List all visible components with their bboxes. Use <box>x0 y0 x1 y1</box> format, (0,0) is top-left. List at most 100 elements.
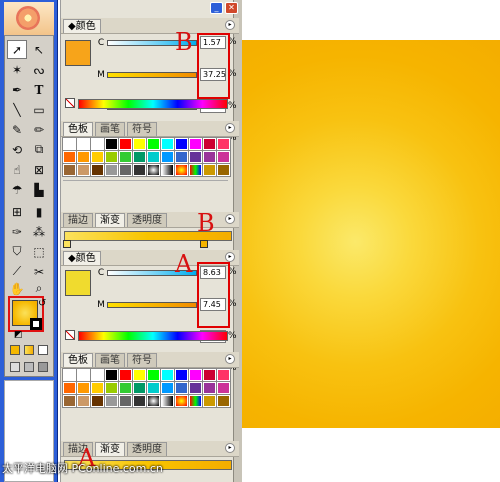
none-mode-button[interactable] <box>38 345 48 355</box>
tab-symbols-bottom[interactable]: 符号 <box>127 352 157 367</box>
tab-transparency-top[interactable]: 透明度 <box>127 212 167 227</box>
selection-tool-icon[interactable]: ➚ <box>7 40 27 59</box>
swatch[interactable] <box>160 368 175 382</box>
symbol-sprayer-tool-icon[interactable]: ☂ <box>7 180 27 199</box>
swatch[interactable] <box>90 381 105 395</box>
swatch[interactable] <box>62 394 77 408</box>
swatch[interactable] <box>188 381 203 395</box>
color-spectrum-bottom[interactable] <box>78 331 228 341</box>
swatch[interactable] <box>104 381 119 395</box>
swatch[interactable] <box>202 394 217 408</box>
swatch[interactable] <box>146 163 161 177</box>
blend-tool-icon[interactable]: ⁂ <box>29 222 49 241</box>
swatch[interactable] <box>118 368 133 382</box>
direct-selection-tool-icon[interactable]: ↖ <box>29 40 49 59</box>
m-slider-track[interactable] <box>107 72 197 78</box>
magic-wand-tool-icon[interactable]: ✶ <box>7 60 27 79</box>
close-icon[interactable]: ✕ <box>225 2 238 14</box>
swatch[interactable] <box>188 163 203 177</box>
tab-brushes-bottom[interactable]: 画笔 <box>95 352 125 367</box>
none-color-icon[interactable] <box>65 98 75 108</box>
tab-symbols-top[interactable]: 符号 <box>127 121 157 136</box>
swatch[interactable] <box>62 368 77 382</box>
color-spectrum-top[interactable] <box>78 99 228 109</box>
swatch[interactable] <box>202 163 217 177</box>
swatch[interactable] <box>160 381 175 395</box>
tab-stroke-top[interactable]: 描边 <box>63 212 93 227</box>
gradient-tool-icon[interactable]: ▮ <box>29 202 49 221</box>
swatch[interactable] <box>174 150 189 164</box>
tab-swatches-top[interactable]: 色板 <box>63 121 93 136</box>
swatch[interactable] <box>62 163 77 177</box>
tab-gradient-top[interactable]: 渐变 <box>95 212 125 227</box>
swatch[interactable] <box>146 381 161 395</box>
graph-tool-icon[interactable]: ▙ <box>29 180 49 199</box>
swatch[interactable] <box>174 163 189 177</box>
scale-tool-icon[interactable]: ⧉ <box>29 140 49 159</box>
swatch[interactable] <box>118 381 133 395</box>
swatch[interactable] <box>174 137 189 151</box>
swatch[interactable] <box>104 394 119 408</box>
panel-menu-icon[interactable]: ▸ <box>225 214 235 224</box>
swatch[interactable] <box>118 150 133 164</box>
swatch[interactable] <box>104 163 119 177</box>
swatch[interactable] <box>132 381 147 395</box>
swatch[interactable] <box>76 163 91 177</box>
swatch[interactable] <box>216 150 231 164</box>
swatch[interactable] <box>104 368 119 382</box>
swatch[interactable] <box>118 137 133 151</box>
swatch[interactable] <box>62 137 77 151</box>
swatch[interactable] <box>188 150 203 164</box>
swatch[interactable] <box>216 163 231 177</box>
rectangle-tool-icon[interactable]: ▭ <box>29 100 49 119</box>
swatch[interactable] <box>90 137 105 151</box>
stroke-color-swatch[interactable] <box>30 318 42 330</box>
artboard-gradient-rectangle[interactable] <box>242 40 500 428</box>
swatch[interactable] <box>216 137 231 151</box>
swatch[interactable] <box>216 394 231 408</box>
swatch[interactable] <box>132 368 147 382</box>
swatch[interactable] <box>174 394 189 408</box>
swatch[interactable] <box>216 368 231 382</box>
swatch[interactable] <box>104 137 119 151</box>
swatch[interactable] <box>160 163 175 177</box>
swatch[interactable] <box>90 150 105 164</box>
swatch[interactable] <box>160 137 175 151</box>
default-fill-stroke-icon[interactable]: ◩ <box>14 330 23 340</box>
swatch[interactable] <box>216 381 231 395</box>
minimize-icon[interactable]: _ <box>210 2 223 14</box>
swatch[interactable] <box>104 150 119 164</box>
paintbrush-tool-icon[interactable]: ✎ <box>7 120 27 139</box>
swatch[interactable] <box>202 150 217 164</box>
swatch[interactable] <box>146 368 161 382</box>
live-paint-selection-tool-icon[interactable]: ⬚ <box>29 242 49 261</box>
swatch[interactable] <box>146 394 161 408</box>
tab-gradient-bottom[interactable]: 渐变 <box>95 441 125 456</box>
swatch[interactable] <box>174 368 189 382</box>
none-color-icon[interactable] <box>65 330 75 340</box>
swatch[interactable] <box>62 150 77 164</box>
swatch[interactable] <box>76 368 91 382</box>
type-tool-icon[interactable]: T <box>29 80 49 99</box>
swatch[interactable] <box>160 394 175 408</box>
swatch[interactable] <box>174 381 189 395</box>
swatch[interactable] <box>76 394 91 408</box>
swatch[interactable] <box>90 394 105 408</box>
swatch[interactable] <box>76 150 91 164</box>
panel-menu-icon[interactable]: ▸ <box>225 20 235 30</box>
gradient-mode-button[interactable] <box>24 345 34 355</box>
gradient-stop-left[interactable] <box>63 240 71 248</box>
panel-menu-icon[interactable]: ▸ <box>225 123 235 133</box>
tab-swatches-bottom[interactable]: 色板 <box>63 352 93 367</box>
pen-tool-icon[interactable]: ✒ <box>7 80 27 99</box>
panel-menu-icon[interactable]: ▸ <box>225 252 235 262</box>
swatch[interactable] <box>118 394 133 408</box>
lasso-tool-icon[interactable]: ᔓ <box>29 60 49 79</box>
normal-screen-mode-button[interactable] <box>10 362 20 372</box>
warp-tool-icon[interactable]: ☝ <box>7 160 27 179</box>
m-slider-track[interactable] <box>107 302 197 308</box>
color-mode-button[interactable] <box>10 345 20 355</box>
swatch[interactable] <box>132 394 147 408</box>
swatch[interactable] <box>202 381 217 395</box>
line-segment-tool-icon[interactable]: ╲ <box>7 100 27 119</box>
